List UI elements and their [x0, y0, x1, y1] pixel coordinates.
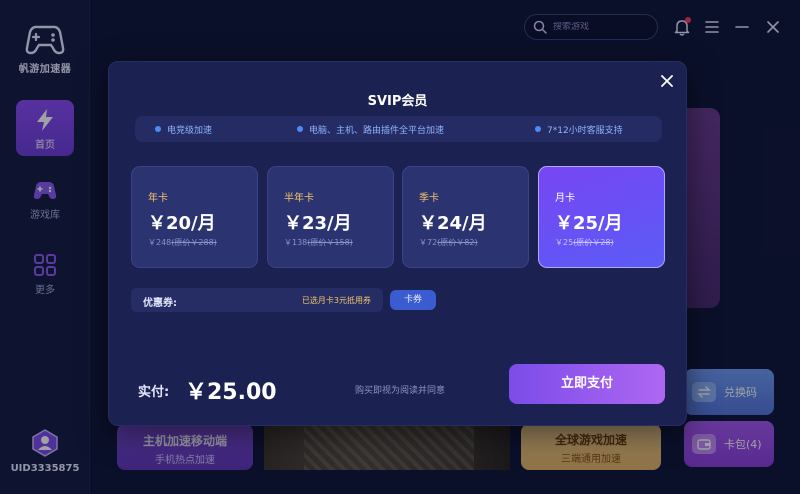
wallet-label: 卡包(4)	[724, 438, 762, 451]
lightning-icon	[37, 109, 53, 131]
exchange-icon	[692, 382, 716, 402]
payment-label: 实付:	[138, 385, 170, 400]
gamepad-icon	[33, 182, 57, 199]
menu-icon	[705, 21, 719, 33]
bullet-icon	[155, 126, 161, 132]
wallet-icon	[692, 434, 716, 454]
coupon-button[interactable]: 卡券	[390, 290, 436, 310]
plan-card-quarterly[interactable]: 季卡 ￥24/月 ￥72(原价￥82)	[402, 166, 529, 268]
wallet-button[interactable]: 卡包(4)	[684, 421, 774, 467]
sidebar-item-more[interactable]: 更多	[16, 245, 74, 301]
plan-price: ￥23/月	[284, 213, 352, 234]
close-icon	[661, 75, 673, 87]
plan-total: ￥138(原价￥158)	[284, 238, 353, 247]
feature-label: 7*12小时客服支持	[547, 125, 623, 136]
user-profile[interactable]: UID3335875	[0, 429, 90, 474]
avatar-icon	[32, 429, 58, 457]
dialog-close-button[interactable]	[658, 72, 676, 90]
notification-button[interactable]	[672, 17, 692, 37]
plan-total: ￥72(原价￥82)	[419, 238, 478, 247]
coupon-selector[interactable]: 优惠券: 已选月卡3元抵用券	[131, 288, 383, 312]
sidebar-item-label: 首页	[35, 140, 55, 151]
search-input[interactable]	[553, 22, 653, 32]
feature-item: 电脑、主机、路由插件全平台加速	[297, 123, 444, 136]
grid-icon	[34, 254, 56, 276]
plan-price: ￥25/月	[555, 213, 623, 234]
notification-dot	[685, 17, 691, 23]
card-title: 全球游戏加速	[554, 433, 627, 447]
plan-name: 月卡	[555, 193, 575, 204]
search-icon	[533, 20, 547, 34]
payment-amount: ￥25.00	[185, 380, 277, 405]
feature-label: 电竞级加速	[167, 125, 213, 136]
pay-now-button[interactable]: 立即支付	[509, 364, 665, 404]
minimize-icon	[735, 26, 749, 28]
plan-price: ￥20/月	[148, 213, 216, 234]
menu-button[interactable]	[702, 17, 722, 37]
gamepad-logo-icon	[25, 25, 65, 55]
bullet-icon	[535, 126, 541, 132]
card-title: 主机加速移动端	[142, 434, 227, 448]
plan-name: 季卡	[419, 193, 439, 204]
window-close-button[interactable]	[763, 17, 783, 37]
sidebar-item-label: 游戏库	[30, 210, 60, 221]
card-subtitle: 手机热点加速	[155, 455, 215, 466]
feature-bar: 电竞级加速 电脑、主机、路由插件全平台加速 7*12小时客服支持	[135, 116, 662, 142]
plan-total: ￥25(原价￥28)	[555, 238, 614, 247]
game-artwork	[304, 424, 474, 470]
app-logo: 帆游加速器	[0, 22, 90, 75]
plan-card-half-year[interactable]: 半年卡 ￥23/月 ￥138(原价￥158)	[267, 166, 394, 268]
game-banner-image[interactable]	[264, 424, 510, 470]
plan-card-yearly[interactable]: 年卡 ￥20/月 ￥248(原价￥288)	[131, 166, 258, 268]
minimize-button[interactable]	[732, 17, 752, 37]
app-name: 帆游加速器	[18, 64, 72, 75]
agreement-link[interactable]: 购买即视为阅读并同意	[355, 383, 445, 396]
dialog-title: SVIP会员	[367, 94, 428, 109]
feature-label: 电脑、主机、路由插件全平台加速	[309, 125, 445, 136]
sidebar-item-game-library[interactable]: 游戏库	[16, 172, 74, 228]
svip-purchase-dialog: SVIP会员 电竞级加速 电脑、主机、路由插件全平台加速 7*12小时客服支持 …	[108, 61, 687, 426]
plan-name: 半年卡	[284, 193, 314, 204]
redeem-label: 兑换码	[724, 386, 757, 399]
card-subtitle: 三端通用加速	[561, 454, 621, 465]
feature-item: 7*12小时客服支持	[535, 123, 623, 136]
global-acceleration-card[interactable]: 全球游戏加速 三端通用加速	[521, 424, 661, 470]
coupon-value: 已选月卡3元抵用券	[301, 296, 371, 305]
coupon-label: 优惠券:	[143, 298, 177, 309]
user-id: UID3335875	[10, 463, 80, 474]
bullet-icon	[297, 126, 303, 132]
sidebar-item-label: 更多	[35, 285, 55, 296]
sidebar-item-home[interactable]: 首页	[16, 100, 74, 156]
sidebar: 帆游加速器 首页 游戏库 更多 UID3335875	[0, 0, 90, 494]
feature-item: 电竞级加速	[155, 123, 212, 136]
search-box[interactable]	[524, 14, 658, 40]
close-icon	[767, 21, 779, 33]
plan-name: 年卡	[148, 193, 168, 204]
redeem-code-button[interactable]: 兑换码	[684, 369, 774, 415]
mobile-acceleration-card[interactable]: 主机加速移动端 手机热点加速	[117, 424, 253, 470]
plan-total: ￥248(原价￥288)	[148, 238, 217, 247]
plan-price: ￥24/月	[419, 213, 487, 234]
plan-card-monthly[interactable]: 月卡 ￥25/月 ￥25(原价￥28)	[538, 166, 665, 268]
